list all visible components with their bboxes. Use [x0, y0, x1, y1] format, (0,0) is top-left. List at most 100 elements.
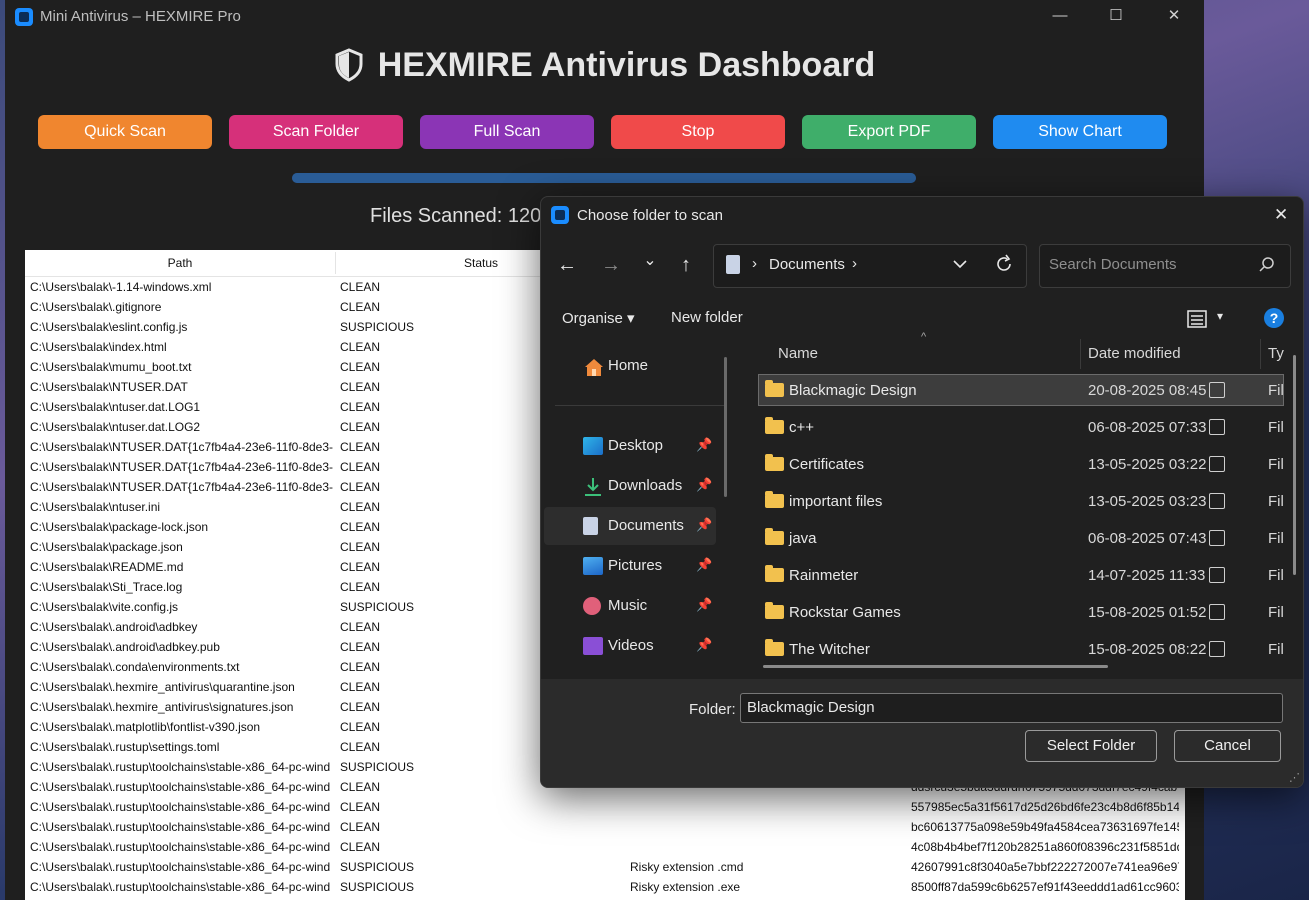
sidebar-item-downloads[interactable]: Downloads 📌 — [541, 467, 713, 505]
dashboard-heading: HEXMIRE Antivirus Dashboard — [5, 46, 1204, 91]
export-pdf-button[interactable]: Export PDF — [802, 115, 976, 149]
breadcrumb-documents[interactable]: Documents — [769, 256, 845, 273]
folder-row[interactable]: Rainmeter 14-07-2025 11:33 Fil — [759, 560, 1284, 590]
pin-icon[interactable]: 📌 — [696, 517, 712, 533]
desktop-icon — [583, 437, 603, 455]
cell-path: C:\Users\balak\package-lock.json — [30, 520, 209, 534]
organise-menu[interactable]: Organise ▾ — [562, 309, 635, 327]
cell-hash: 42607991c8f3040a5e7bbf222272007e741ea96e… — [911, 860, 1179, 874]
sync-status-icon — [1209, 530, 1225, 546]
table-row[interactable]: C:\Users\balak\.rustup\toolchains\stable… — [25, 857, 1185, 877]
folder-icon — [765, 454, 784, 471]
sync-status-icon — [1209, 493, 1225, 509]
cell-path: C:\Users\balak\.hexmire_antivirus\quaran… — [30, 680, 295, 694]
address-dropdown-chevron-icon[interactable] — [952, 253, 968, 279]
maximize-button[interactable]: ☐ — [1093, 5, 1139, 27]
dialog-close-button[interactable]: ✕ — [1274, 205, 1288, 225]
table-row[interactable]: C:\Users\balak\.rustup\toolchains\stable… — [25, 797, 1185, 817]
folder-row[interactable]: Certificates 13-05-2025 03:22 Fil — [759, 449, 1284, 479]
recent-locations-chevron-icon[interactable]: ⌄ — [637, 249, 663, 273]
folder-row[interactable]: important files 13-05-2025 03:23 Fil — [759, 486, 1284, 516]
folder-name: important files — [789, 493, 883, 510]
cell-path: C:\Users\balak\NTUSER.DAT{1c7fb4a4-23e6-… — [30, 460, 333, 474]
sync-status-icon — [1209, 382, 1225, 398]
date-modified: 13-05-2025 03:22 — [1088, 456, 1207, 473]
column-header-type[interactable]: Ty — [1268, 345, 1284, 362]
cell-path: C:\Users\balak\.rustup\settings.toml — [30, 740, 220, 754]
search-documents-input[interactable]: Search Documents — [1039, 244, 1291, 288]
sync-status-icon — [1209, 456, 1225, 472]
cell-status: CLEAN — [340, 840, 381, 854]
file-type: Fil — [1268, 641, 1284, 658]
horizontal-scrollbar[interactable] — [763, 665, 1108, 668]
sync-status-icon — [1209, 567, 1225, 583]
cell-hash: 8500ff87da599c6b6257ef91f43eeddd1ad61cc9… — [911, 880, 1179, 894]
sidebar-item-videos[interactable]: Videos 📌 — [541, 627, 713, 665]
resize-grip-icon[interactable]: ⋰ — [1289, 771, 1300, 784]
folder-row[interactable]: java 06-08-2025 07:43 Fil — [759, 523, 1284, 553]
folder-icon — [765, 417, 784, 434]
folder-name: java — [789, 530, 817, 547]
breadcrumb-separator: › — [752, 255, 757, 272]
file-list: ^ Name Date modified Ty Blackmagic Desig… — [741, 331, 1303, 679]
folder-icon — [765, 491, 784, 508]
column-header-name[interactable]: Name — [778, 345, 818, 362]
full-scan-button[interactable]: Full Scan — [420, 115, 594, 149]
pin-icon[interactable]: 📌 — [696, 557, 712, 573]
column-divider[interactable] — [1080, 339, 1081, 369]
close-button[interactable]: ✕ — [1151, 5, 1197, 27]
cell-status: CLEAN — [340, 800, 381, 814]
sidebar-item-desktop[interactable]: Desktop 📌 — [541, 427, 713, 465]
pin-icon[interactable]: 📌 — [696, 637, 712, 653]
view-options-icon[interactable] — [1186, 308, 1208, 334]
column-header-date-modified[interactable]: Date modified — [1088, 345, 1181, 362]
pin-icon[interactable]: 📌 — [696, 597, 712, 613]
folder-icon — [765, 380, 784, 397]
cell-hash: 4c08b4b4bef7f120b28251a860f08396c231f585… — [911, 840, 1179, 854]
file-type: Fil — [1268, 493, 1284, 510]
folder-row[interactable]: Rockstar Games 15-08-2025 01:52 Fil — [759, 597, 1284, 627]
folder-row[interactable]: The Witcher 15-08-2025 08:22 Fil — [759, 634, 1284, 664]
shield-icon — [334, 48, 364, 91]
cancel-button[interactable]: Cancel — [1174, 730, 1281, 762]
folder-name-input[interactable]: Blackmagic Design — [740, 693, 1283, 723]
title-bar: Mini Antivirus – HEXMIRE Pro — ☐ ✕ — [5, 0, 1204, 32]
vertical-scrollbar[interactable] — [1293, 355, 1296, 575]
folder-row[interactable]: c++ 06-08-2025 07:33 Fil — [759, 412, 1284, 442]
column-header-path[interactable]: Path — [25, 256, 335, 270]
pin-icon[interactable]: 📌 — [696, 477, 712, 493]
sidebar-item-pictures[interactable]: Pictures 📌 — [541, 547, 713, 585]
cell-path: C:\Users\balak\.rustup\toolchains\stable… — [30, 840, 331, 854]
scan-folder-button[interactable]: Scan Folder — [229, 115, 403, 149]
view-options-dropdown[interactable]: ▾ — [1217, 309, 1223, 323]
new-folder-button[interactable]: New folder — [671, 309, 743, 326]
cell-reason: Risky extension .exe — [630, 880, 741, 894]
sidebar-item-documents[interactable]: Documents 📌 — [544, 507, 716, 545]
breadcrumb-separator[interactable]: › — [852, 255, 857, 272]
sidebar-item-music[interactable]: Music 📌 — [541, 587, 713, 625]
cell-path: C:\Users\balak\.rustup\toolchains\stable… — [30, 800, 331, 814]
column-divider[interactable] — [1260, 339, 1261, 369]
select-folder-button[interactable]: Select Folder — [1025, 730, 1157, 762]
quick-scan-button[interactable]: Quick Scan — [38, 115, 212, 149]
table-row[interactable]: C:\Users\balak\.rustup\toolchains\stable… — [25, 877, 1185, 897]
help-icon[interactable]: ? — [1264, 308, 1284, 328]
file-type: Fil — [1268, 604, 1284, 621]
back-arrow-icon[interactable]: ← — [554, 253, 580, 277]
pin-icon[interactable]: 📌 — [696, 437, 712, 453]
table-row[interactable]: C:\Users\balak\.rustup\toolchains\stable… — [25, 837, 1185, 857]
refresh-icon[interactable] — [994, 253, 1014, 279]
minimize-button[interactable]: — — [1037, 5, 1083, 27]
cell-path: C:\Users\balak\.android\adbkey.pub — [30, 640, 220, 654]
sidebar-item-home[interactable]: Home — [541, 347, 713, 385]
table-row[interactable]: C:\Users\balak\.rustup\toolchains\stable… — [25, 817, 1185, 837]
up-arrow-icon[interactable]: ↑ — [673, 253, 699, 277]
sidebar-scrollbar[interactable] — [724, 357, 727, 497]
date-modified: 14-07-2025 11:33 — [1088, 567, 1206, 584]
forward-arrow-icon[interactable]: → — [598, 253, 624, 277]
address-bar[interactable]: › Documents › — [713, 244, 1027, 288]
show-chart-button[interactable]: Show Chart — [993, 115, 1167, 149]
folder-row[interactable]: Blackmagic Design 20-08-2025 08:45 Fil — [758, 374, 1284, 406]
stop-button[interactable]: Stop — [611, 115, 785, 149]
cell-path: C:\Users\balak\.rustup\toolchains\stable… — [30, 820, 331, 834]
